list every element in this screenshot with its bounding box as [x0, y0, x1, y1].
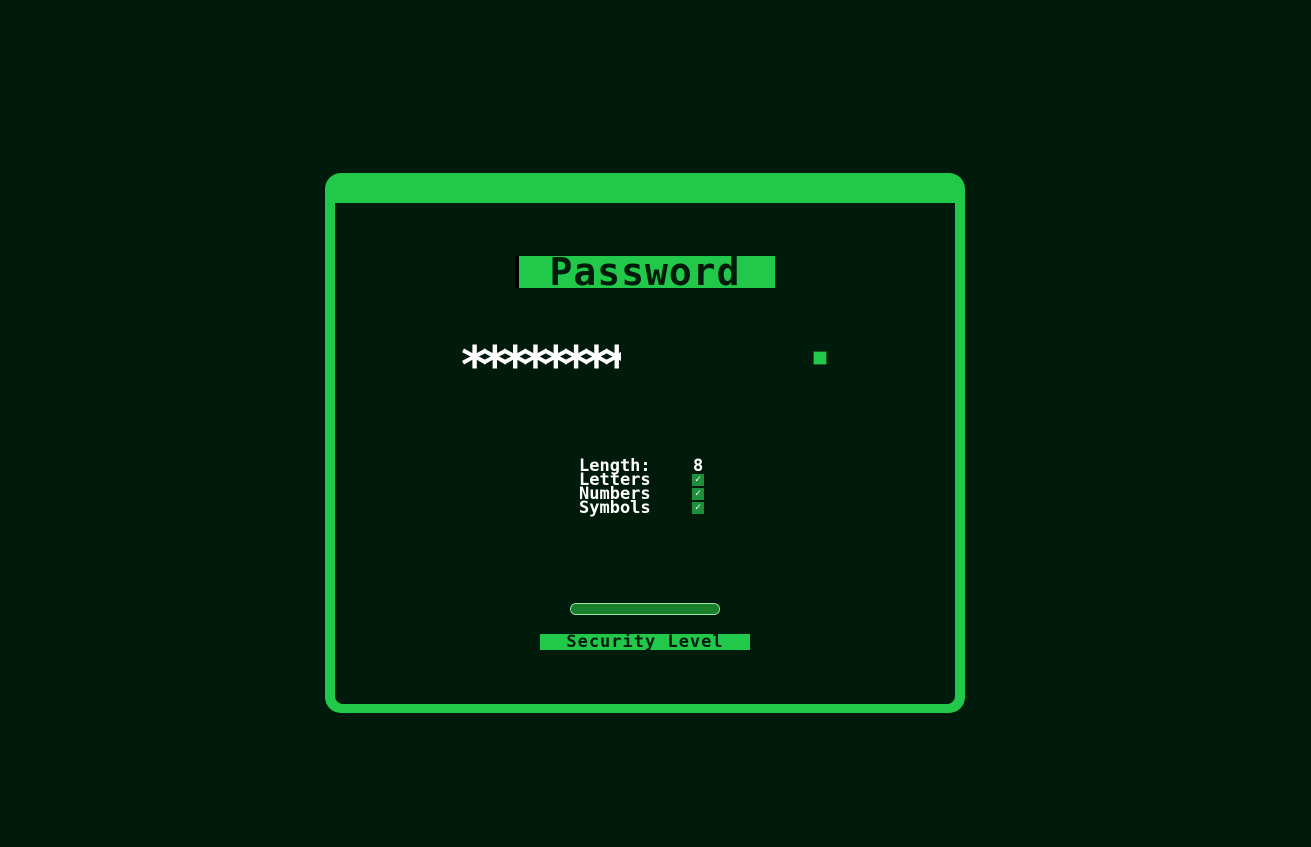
password-field[interactable]: ********	[459, 343, 827, 377]
window-screen: Password ******** Length: 8 Letters ✓ Nu…	[335, 203, 955, 704]
stat-row-symbols: Symbols ✓	[579, 498, 739, 518]
numbers-check-icon: ✓	[692, 488, 704, 500]
symbols-label: Symbols	[579, 498, 651, 518]
letters-check-icon: ✓	[692, 474, 704, 486]
password-window: Password ******** Length: 8 Letters ✓ Nu…	[325, 173, 965, 713]
security-level-bar	[570, 603, 720, 615]
password-mask: ********	[459, 343, 622, 377]
title-shadow	[515, 256, 519, 288]
security-level-fill	[571, 604, 719, 614]
symbols-check-icon: ✓	[692, 502, 704, 514]
length-value: 8	[693, 456, 704, 476]
password-stats: Length: 8 Letters ✓ Numbers ✓ Symbols ✓	[579, 456, 739, 518]
cursor-block	[813, 351, 827, 365]
page-title: Password	[515, 256, 775, 288]
security-level-label: Security Level	[540, 634, 750, 650]
window-titlebar[interactable]	[325, 173, 965, 203]
